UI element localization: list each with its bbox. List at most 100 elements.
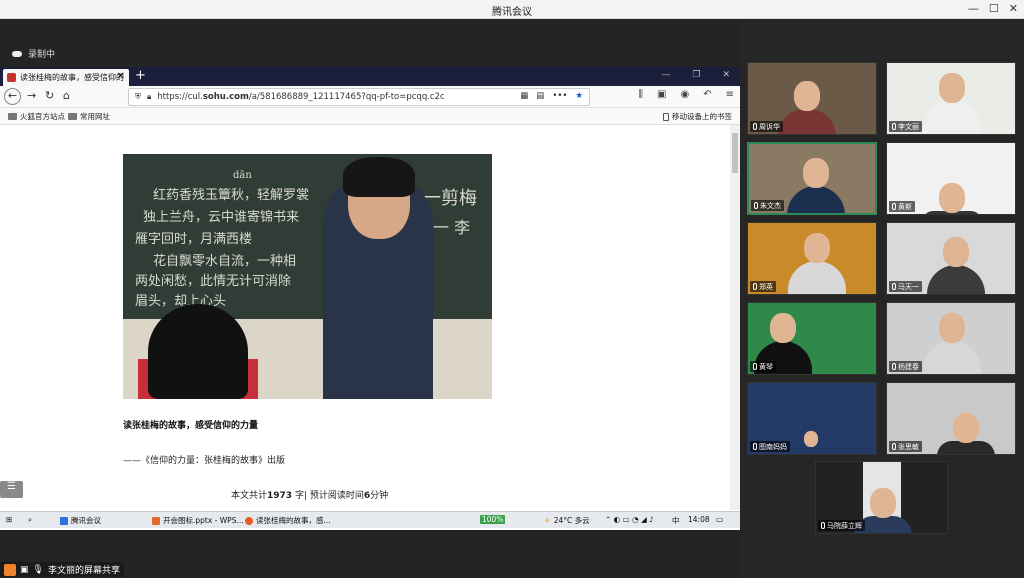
maximize-icon[interactable]: ☐	[989, 2, 999, 15]
weather-icon: ☀	[544, 516, 551, 525]
taskbar-item[interactable]: 开会图标.pptx - WPS...	[152, 515, 244, 526]
article-photo: dān 红药香残玉簟秋，轻解罗裳 独上兰舟，云中谁寄锦书来 雁字回时，月满西楼 …	[123, 154, 492, 399]
shield-icon: ⛨	[135, 92, 141, 101]
mic-icon	[892, 203, 896, 210]
participant-tile[interactable]: 李文丽	[886, 62, 1016, 135]
bookmark-item[interactable]: 常用网址	[68, 111, 110, 122]
recording-indicator: 录制中	[12, 47, 55, 60]
participant-tile[interactable]: 黄斯	[886, 142, 1016, 215]
chalk-text: 独上兰舟，云中谁寄锦书来	[143, 210, 300, 225]
participant-tile[interactable]: 周诉华	[747, 62, 877, 135]
mobile-icon	[663, 112, 669, 121]
menu-icon[interactable]: ≡	[726, 89, 734, 100]
meeting-bottom-bar: ▣ 🎙︎ 李文丽的屏幕共享	[0, 560, 740, 578]
cloud-icon	[12, 50, 22, 57]
mic-icon	[753, 283, 757, 290]
firefox-icon	[245, 516, 253, 525]
mic-icon	[892, 283, 896, 290]
floating-menu-button[interactable]: ☰	[0, 481, 23, 498]
folder-icon	[68, 113, 77, 120]
mic-icon	[754, 202, 758, 209]
chalk-text: 一剪梅	[423, 188, 477, 209]
forward-button[interactable]: →	[27, 89, 36, 102]
ime-indicator[interactable]: 中	[672, 515, 680, 526]
taskbar-item[interactable]: 腾讯会议	[60, 515, 101, 526]
back-button[interactable]: ←	[4, 88, 21, 105]
screen-share-badge[interactable]: ▣ 🎙︎ 李文丽的屏幕共享	[0, 562, 124, 577]
battery-indicator: 100%	[480, 515, 506, 524]
chalk-text: 两处闲愁，此情无计可消除	[135, 274, 292, 289]
teacher-hair	[343, 157, 415, 197]
mic-icon	[892, 123, 896, 130]
participants-panel: 周诉华 李文丽 朱文杰 黄斯 郑英 马天一 黄琴 杨建春 图南妈妈 张思敏 马院…	[740, 19, 1024, 578]
participant-tile[interactable]: 郑英	[747, 222, 877, 295]
undo-icon[interactable]: ↶	[703, 89, 711, 100]
wps-icon	[152, 516, 160, 525]
mic-icon	[892, 363, 896, 370]
folder-icon	[8, 113, 17, 120]
bookmark-star-icon[interactable]: ★	[575, 91, 583, 101]
tab-title: 读张桂梅的故事，感受信仰的	[20, 73, 124, 82]
windows-start-icon[interactable]: ⊞	[6, 515, 12, 524]
new-tab-button[interactable]: +	[135, 68, 146, 83]
chalk-text: 红药香残玉簟秋，轻解罗裳	[153, 188, 310, 203]
chalk-text: 花自飘零水自流，一种相	[153, 254, 297, 269]
recording-label: 录制中	[28, 50, 56, 60]
home-button[interactable]: ⌂	[63, 89, 70, 102]
reader-view-icon[interactable]: ▤	[536, 91, 544, 101]
tab-close-icon[interactable]: ✕	[117, 71, 125, 82]
browser-minimize-icon[interactable]: —	[661, 70, 670, 80]
close-icon[interactable]: ✕	[1009, 2, 1018, 15]
participant-tile-active[interactable]: 朱文杰	[747, 142, 877, 215]
participant-tile[interactable]: 杨建春	[886, 302, 1016, 375]
mic-icon	[753, 363, 757, 370]
tab-strip: 读张桂梅的故事，感受信仰的 ✕ + — ❐ ✕	[0, 67, 740, 86]
mic-icon	[753, 123, 757, 130]
page-actions: ▦ ▤ ••• ★	[520, 91, 583, 101]
more-actions-icon[interactable]: •••	[552, 91, 567, 101]
mobile-bookmarks[interactable]: 移动设备上的书签	[663, 111, 732, 122]
reload-button[interactable]: ↻	[45, 89, 54, 102]
chalk-text: 雁字回时，月满西楼	[135, 232, 253, 247]
app-title: 腾讯会议	[492, 7, 532, 18]
url-text: https://cul.sohu.com/a/581686889_1211174…	[157, 92, 445, 102]
reading-info: 本文共计1973 字| 预计阅读时间6分钟	[231, 491, 389, 501]
lock-icon: 🔒︎	[147, 92, 152, 101]
participant-tile[interactable]: 马天一	[886, 222, 1016, 295]
url-bar[interactable]: ⛨ 🔒︎ https://cul.sohu.com/a/581686889_12…	[128, 88, 590, 106]
sohu-favicon-icon	[7, 73, 16, 82]
user-icon	[4, 563, 16, 576]
participant-tile[interactable]: 马院薛立辉	[815, 461, 948, 534]
sidebar-icon[interactable]: ▣	[657, 89, 666, 100]
chalk-text: 一 李	[433, 218, 471, 237]
app-titlebar: 腾讯会议 — ☐ ✕	[0, 0, 1024, 19]
browser-tab[interactable]: 读张桂梅的故事，感受信仰的 ✕	[3, 69, 129, 86]
browser-restore-icon[interactable]: ❐	[692, 70, 700, 80]
page-scrollbar[interactable]	[730, 125, 740, 510]
library-icon[interactable]: ⫼	[638, 89, 643, 100]
search-icon[interactable]: ⌕	[28, 515, 32, 525]
browser-close-icon[interactable]: ✕	[722, 70, 730, 80]
participant-tile[interactable]: 图南妈妈	[747, 382, 877, 455]
chalk-text: dān	[233, 170, 252, 181]
weather: ☀ 24°C 多云	[544, 516, 590, 525]
participant-tile[interactable]: 黄琴	[747, 302, 877, 375]
qr-icon[interactable]: ▦	[520, 91, 528, 101]
participant-tile[interactable]: 张思敏	[886, 382, 1016, 455]
browser-window: 读张桂梅的故事，感受信仰的 ✕ + — ❐ ✕ ← → ↻ ⌂ ⛨ 🔒︎ htt…	[0, 67, 740, 530]
mic-icon	[821, 522, 825, 529]
nav-bar: ← → ↻ ⌂ ⛨ 🔒︎ https://cul.sohu.com/a/5816…	[0, 86, 740, 108]
clock: 14:08	[688, 515, 710, 524]
account-icon[interactable]: ◉	[680, 89, 689, 100]
page-content: dān 红药香残玉簟秋，轻解罗裳 独上兰舟，云中谁寄锦书来 雁字回时，月满西楼 …	[0, 125, 730, 510]
tencent-meeting-icon	[60, 516, 68, 525]
tray-icons[interactable]: ⌃ ◐ ▭ ◔ ◢ ♪	[605, 515, 654, 524]
bookmark-item[interactable]: 火狐官方站点	[8, 111, 65, 122]
screen-share-icon: ▣	[20, 564, 29, 575]
minimize-icon[interactable]: —	[968, 2, 979, 15]
taskbar-item[interactable]: 读张桂梅的故事，感...	[245, 515, 331, 526]
mic-icon: 🎙︎	[32, 564, 44, 575]
chalkboard: dān 红药香残玉簟秋，轻解罗裳 独上兰舟，云中谁寄锦书来 雁字回时，月满西楼 …	[123, 154, 492, 319]
notification-icon[interactable]: ▭	[716, 515, 723, 524]
bookmarks-bar: 火狐官方站点 常用网址 移动设备上的书签	[0, 108, 740, 125]
